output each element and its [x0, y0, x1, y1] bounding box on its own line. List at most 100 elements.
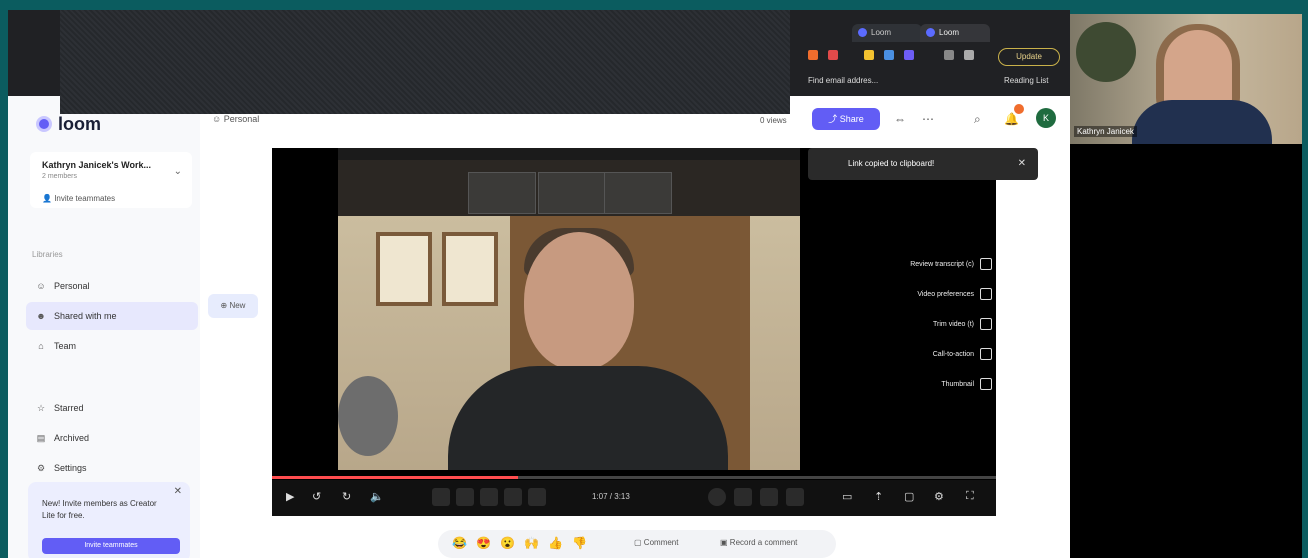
extension-icon[interactable]	[864, 50, 874, 60]
review-transcript-item[interactable]: Review transcript (c)	[910, 256, 992, 274]
black-panel	[1070, 144, 1302, 558]
thumbnail-icon	[980, 378, 992, 391]
reading-list[interactable]: Reading List	[1004, 76, 1048, 85]
settings-icon[interactable]: ⚙	[934, 490, 944, 503]
control-slot	[432, 488, 450, 506]
thumbnail-item[interactable]: Thumbnail	[941, 376, 992, 394]
video-tools-menu: Review transcript (c) Video preferences …	[886, 256, 998, 412]
participant-thumbnail	[538, 172, 606, 214]
participant-thumbnail	[604, 172, 672, 214]
gear-icon: ⚙	[36, 463, 46, 473]
sidebar-item-settings[interactable]: ⚙ Settings	[26, 454, 198, 482]
loom-screen: Loom Loom Update Find email addres... Re…	[8, 10, 1070, 558]
sidebar-item-personal[interactable]: ☺ Personal	[26, 272, 198, 300]
new-video-icon: ⊕	[220, 301, 228, 310]
scissors-icon	[980, 318, 992, 331]
view-count[interactable]: 0 views	[760, 116, 787, 125]
play-icon[interactable]: ▶	[286, 490, 294, 503]
progress-fill	[272, 476, 519, 479]
extension-icon[interactable]	[884, 50, 894, 60]
search-icon[interactable]: ⌕	[974, 112, 981, 127]
emoji-love-button[interactable]: 😍	[476, 536, 491, 550]
emoji-thumbsdown-button[interactable]: 👎	[572, 536, 587, 550]
sidebar-item-archived[interactable]: ▤ Archived	[26, 424, 198, 452]
record-comment-button[interactable]: ▣ Record a comment	[720, 538, 797, 547]
bell-icon[interactable]: 🔔	[1004, 112, 1019, 126]
close-icon[interactable]: ✕	[1018, 148, 1026, 180]
control-slot	[760, 488, 778, 506]
team-icon: ⌂	[38, 341, 44, 351]
extension-icon[interactable]	[904, 50, 914, 60]
sidebar-item-shared[interactable]: ☻ Shared with me	[26, 302, 198, 330]
rewind-icon[interactable]: ↺	[312, 490, 321, 503]
loom-icon	[926, 28, 935, 38]
progress-bar[interactable]	[272, 476, 996, 479]
extension-icon[interactable]	[808, 50, 818, 60]
avatar[interactable]: K	[1036, 108, 1056, 128]
person-icon: ☺	[212, 114, 222, 124]
wall-frame	[376, 232, 432, 306]
promo-text: New! Invite members as Creator Lite for …	[42, 499, 157, 520]
theater-icon[interactable]: ▢	[904, 490, 914, 503]
speaker-face	[524, 232, 634, 370]
comment-icon: ▢	[634, 538, 642, 547]
cursor-icon	[980, 348, 992, 361]
share-icon: ⤴	[828, 114, 838, 124]
workspace-members: 2 members	[42, 173, 78, 180]
more-icon[interactable]: ⋯	[922, 112, 934, 126]
presenter-body	[1132, 100, 1272, 144]
emoji-clap-button[interactable]: 🙌	[524, 536, 539, 550]
workspace-switcher[interactable]: Kathryn Janicek's Work... 2 members ⌄ 👤 …	[30, 152, 192, 208]
chevron-down-icon: ⌄	[173, 166, 182, 177]
transcript-icon	[980, 258, 992, 271]
emoji-thumbsup-button[interactable]: 👍	[548, 536, 563, 550]
speed-icon[interactable]: ⇡	[874, 490, 883, 503]
extension-icon[interactable]	[964, 50, 974, 60]
exercise-ball	[338, 376, 398, 456]
forward-icon[interactable]: ↻	[342, 490, 351, 503]
video-frame[interactable]	[338, 148, 800, 470]
control-slot	[708, 488, 726, 506]
preferences-icon	[980, 288, 992, 301]
wall-frame	[442, 232, 498, 306]
control-slot	[528, 488, 546, 506]
embed-icon[interactable]: ⇔	[894, 112, 906, 126]
notification-badge	[1014, 104, 1024, 114]
invite-teammates-button[interactable]: Invite teammates	[42, 538, 180, 554]
archive-icon: ▤	[36, 433, 46, 443]
zoom-menubar	[338, 148, 800, 160]
sidebar-item-team[interactable]: ⌂ Team	[26, 332, 198, 360]
extension-icon[interactable]	[828, 50, 838, 60]
timecode: 1:07 / 3:13	[592, 492, 630, 501]
video-preferences-item[interactable]: Video preferences	[917, 286, 992, 304]
update-button[interactable]: Update	[998, 48, 1060, 66]
fullscreen-icon[interactable]: ⛶	[966, 490, 974, 503]
participant-thumbnail	[468, 172, 536, 214]
bookmark-item[interactable]: Find email addres...	[808, 76, 878, 85]
captions-icon[interactable]: ▭	[842, 490, 852, 503]
emoji-wow-button[interactable]: 😮	[500, 536, 515, 550]
control-slot	[480, 488, 498, 506]
trim-video-item[interactable]: Trim video (t)	[933, 316, 992, 334]
comment-button[interactable]: ▢ Comment	[634, 538, 678, 547]
close-icon[interactable]: ✕	[174, 486, 182, 497]
emoji-laugh-button[interactable]: 😂	[452, 536, 467, 550]
control-slot	[504, 488, 522, 506]
promo-card: ✕ New! Invite members as Creator Lite fo…	[28, 482, 190, 558]
volume-icon[interactable]: 🔈	[370, 490, 384, 503]
control-slot	[456, 488, 474, 506]
sidebar-item-starred[interactable]: ☆ Starred	[26, 394, 198, 422]
call-to-action-item[interactable]: Call-to-action	[933, 346, 992, 364]
share-button[interactable]: ⤴ Share	[812, 108, 880, 130]
breadcrumb[interactable]: ☺ Personal	[212, 114, 259, 124]
webcam-overlay: Kathryn Janicek	[1070, 14, 1302, 144]
control-slot	[734, 488, 752, 506]
video-player[interactable]: Link copied to clipboard! ✕ Review trans…	[272, 148, 1038, 516]
speaker-jacket	[448, 366, 728, 470]
browser-tab-active[interactable]: Loom	[920, 24, 990, 42]
browser-tab[interactable]: Loom	[852, 24, 922, 42]
new-button[interactable]: ⊕ New	[208, 294, 258, 318]
invite-teammates-link[interactable]: 👤 Invite teammates	[42, 194, 115, 203]
extension-icon[interactable]	[944, 50, 954, 60]
loom-logo[interactable]: loom	[36, 114, 101, 135]
